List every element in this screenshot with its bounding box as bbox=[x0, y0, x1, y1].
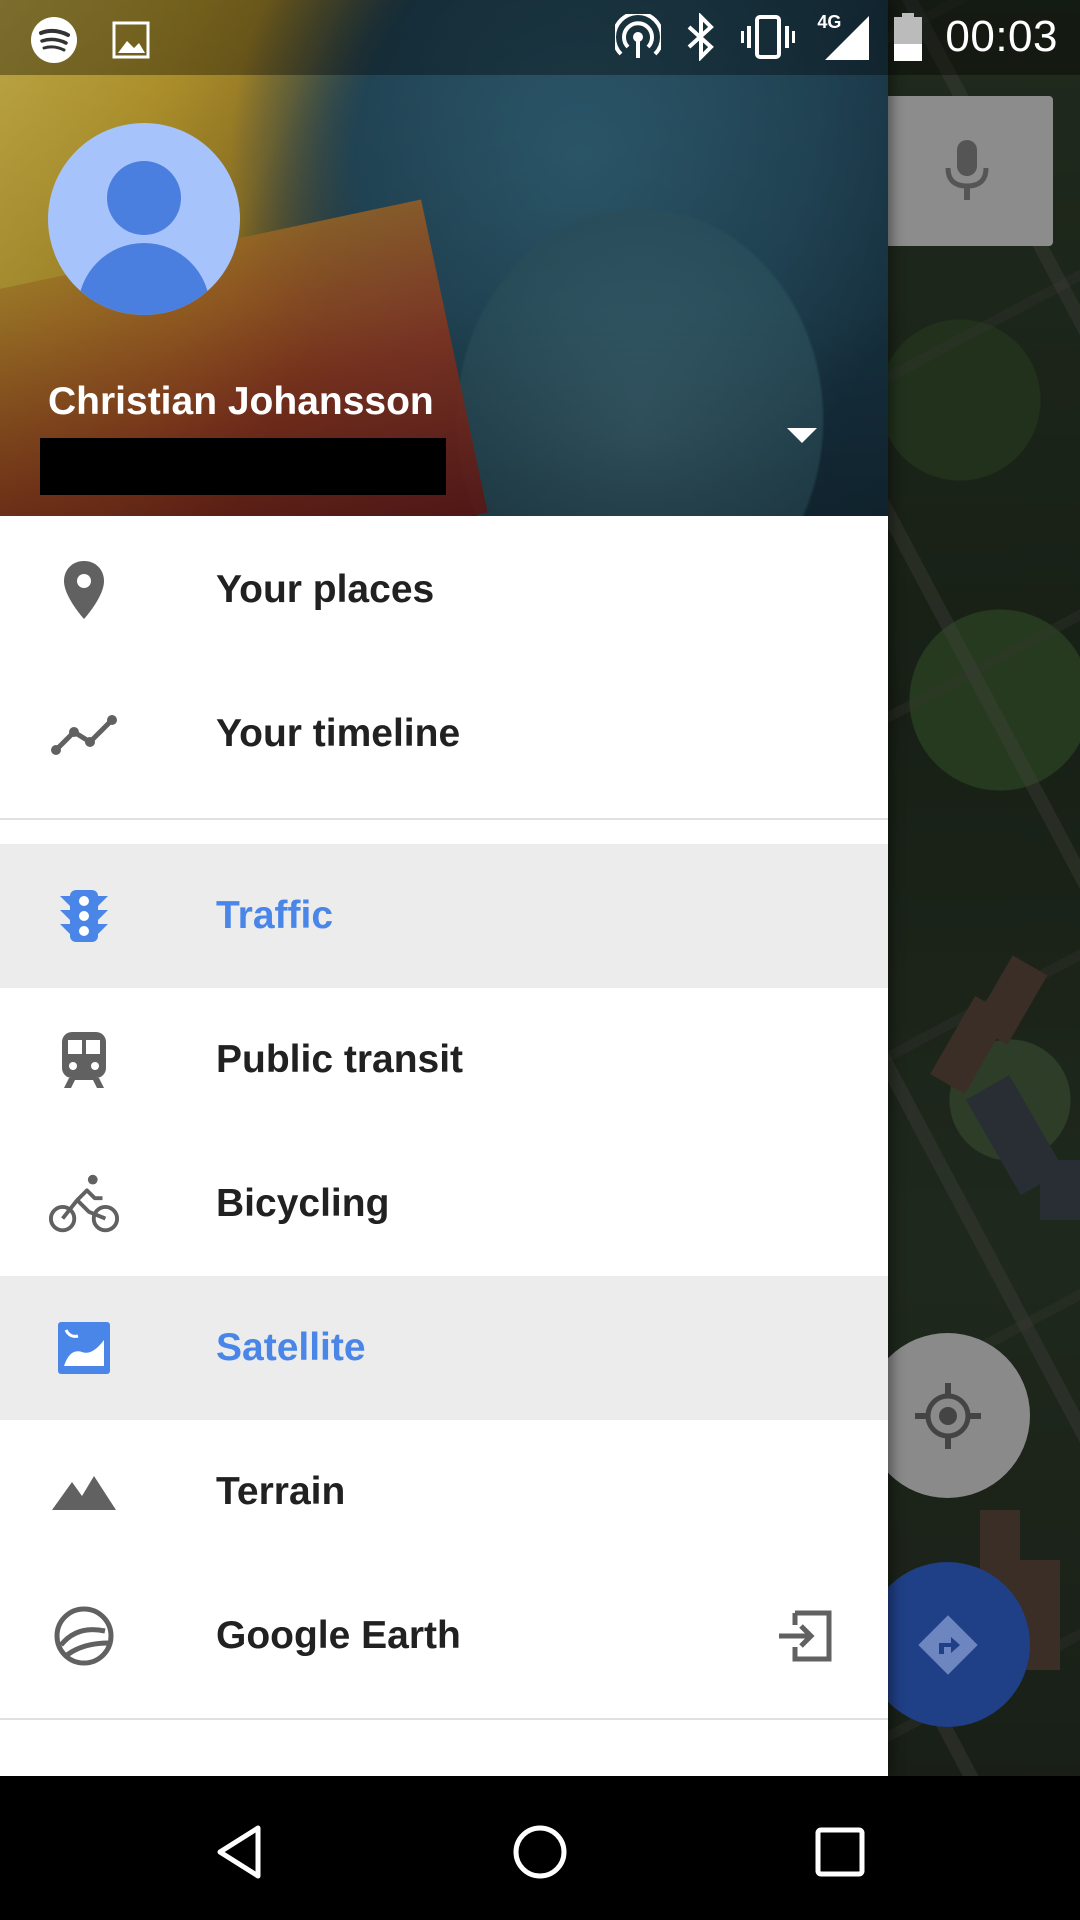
navigation-drawer: Christian Johansson Your places Your tim bbox=[0, 0, 888, 1776]
home-button[interactable] bbox=[500, 1812, 580, 1892]
timeline-icon bbox=[48, 698, 120, 770]
microphone-icon bbox=[945, 140, 988, 200]
dropdown-arrow-icon bbox=[787, 427, 817, 443]
home-icon bbox=[513, 1825, 567, 1879]
menu-item-label: Your places bbox=[216, 568, 435, 611]
my-location-button[interactable] bbox=[865, 1333, 1030, 1498]
recents-icon bbox=[815, 1827, 865, 1877]
menu-item-label: Bicycling bbox=[216, 1182, 390, 1225]
navigation-bar bbox=[0, 1776, 1080, 1920]
status-clock: 00:03 bbox=[945, 12, 1058, 61]
menu-item-traffic[interactable]: Traffic bbox=[0, 844, 888, 988]
recents-button[interactable] bbox=[800, 1812, 880, 1892]
account-switcher-toggle[interactable] bbox=[782, 420, 822, 450]
directions-icon bbox=[917, 1614, 978, 1675]
train-icon bbox=[48, 1024, 120, 1096]
status-bar: 4G 00:03 bbox=[0, 0, 1080, 75]
menu-item-label: Public transit bbox=[216, 1038, 464, 1081]
menu-item-satellite[interactable]: Satellite bbox=[0, 1276, 888, 1420]
bluetooth-icon bbox=[688, 13, 715, 61]
menu-item-label: Terrain bbox=[216, 1470, 346, 1513]
image-icon bbox=[112, 21, 150, 59]
directions-button[interactable] bbox=[865, 1562, 1030, 1727]
satellite-image-icon bbox=[48, 1312, 120, 1384]
menu-item-terrain[interactable]: Terrain bbox=[0, 1420, 888, 1564]
account-header: Christian Johansson bbox=[0, 0, 888, 516]
open-external-icon bbox=[772, 1604, 836, 1668]
hotspot-icon bbox=[615, 14, 662, 58]
user-name: Christian Johansson bbox=[48, 380, 434, 423]
spotify-icon bbox=[31, 17, 77, 63]
menu-item-google-earth[interactable]: Google Earth bbox=[0, 1564, 888, 1708]
menu-item-label: Traffic bbox=[216, 894, 334, 937]
place-pin-icon bbox=[48, 554, 120, 626]
avatar[interactable] bbox=[48, 123, 240, 315]
signal-icon: 4G bbox=[817, 12, 871, 62]
menu-item-label: Google Earth bbox=[216, 1614, 461, 1657]
back-icon bbox=[217, 1825, 261, 1879]
bicycle-icon bbox=[48, 1168, 120, 1240]
menu-item-label: Your timeline bbox=[216, 712, 461, 755]
voice-search-button[interactable] bbox=[880, 96, 1053, 246]
traffic-light-icon bbox=[48, 880, 120, 952]
menu-item-your-places[interactable]: Your places bbox=[0, 518, 888, 662]
google-earth-icon bbox=[48, 1600, 120, 1672]
menu-item-your-timeline[interactable]: Your timeline bbox=[0, 662, 888, 806]
menu-divider bbox=[0, 818, 888, 820]
terrain-icon bbox=[48, 1456, 120, 1528]
vibrate-icon bbox=[741, 15, 796, 59]
battery-icon bbox=[894, 13, 923, 61]
menu-divider bbox=[0, 1718, 888, 1720]
back-button[interactable] bbox=[200, 1812, 280, 1892]
menu-item-public-transit[interactable]: Public transit bbox=[0, 988, 888, 1132]
redacted-email bbox=[40, 438, 446, 495]
menu-item-bicycling[interactable]: Bicycling bbox=[0, 1132, 888, 1276]
menu-item-label: Satellite bbox=[216, 1326, 366, 1369]
my-location-icon bbox=[914, 1382, 981, 1449]
